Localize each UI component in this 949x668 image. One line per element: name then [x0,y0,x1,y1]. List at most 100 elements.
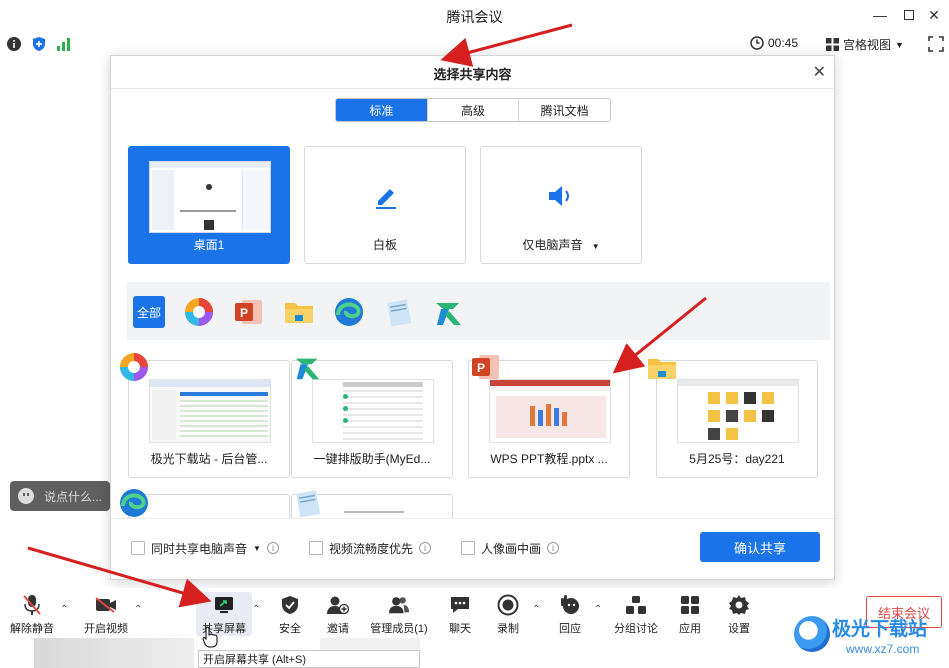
settings-button[interactable]: 设置 [711,592,767,636]
add-user-icon [327,594,349,616]
desktop-thumbnail [149,161,271,233]
whiteboard-label: 白板 [372,238,397,252]
watermark-brand: 极光下载站 [832,619,928,640]
minimize-icon[interactable]: — [870,5,890,25]
window-card-browser[interactable]: 极光下载站 - 后台管... [128,360,290,478]
desktop-label: 桌面1 [193,238,225,252]
info-icon[interactable] [6,36,22,52]
breakout-icon [625,594,647,616]
grid-view-button[interactable]: 宫格视图 ▼ [826,36,904,53]
chevron-up-icon[interactable]: ⌃ [532,604,540,615]
mic-muted-icon [21,594,43,616]
video-fluency-option[interactable]: 视频流畅度优先 i [308,540,431,557]
edge-icon [119,488,149,518]
members-icon [388,594,410,616]
settings-label: 设置 [728,623,750,635]
share-audio-checkbox[interactable] [131,541,145,555]
info-icon[interactable]: i [266,542,279,554]
site-logo-icon [794,616,830,652]
share-screen-icon [213,594,235,616]
info-icon[interactable]: i [546,542,559,554]
maximize-icon[interactable] [899,5,919,25]
invite-label: 邀请 [327,623,349,635]
chat-icon [449,594,471,616]
typesetting-app-icon[interactable] [433,296,465,328]
typesetting-app-icon [293,352,323,382]
info-icon[interactable]: i [418,542,431,554]
chevron-up-icon[interactable]: ⌃ [134,604,142,615]
apps-button[interactable]: 应用 [662,592,718,636]
apps-label: 应用 [679,623,701,635]
status-bar: 00:45 宫格视图 ▼ [0,30,949,58]
pip-checkbox[interactable] [460,541,475,555]
svg-text:P: P [240,306,248,320]
share-audio-option[interactable]: 同时共享电脑声音 ▼ i [131,540,279,557]
tab-tencent-docs[interactable]: 腾讯文档 [519,99,610,121]
chat-quick-input[interactable]: 说点什么... [10,481,110,511]
video-fluency-checkbox[interactable] [308,541,323,555]
gear-icon [728,594,750,616]
computer-audio-card[interactable]: 仅电脑声音 ▼ [480,146,642,264]
breakout-rooms-button[interactable]: 分组讨论 [608,592,664,636]
powerpoint-icon: P [471,352,501,382]
window-label: WPS PPT教程.pptx ... [490,452,608,466]
browser-icon [119,352,149,382]
manage-members-button[interactable]: 管理成员(1) [364,592,434,636]
folder-icon[interactable] [283,296,315,328]
share-screen-tooltip: 开启屏幕共享 (Alt+S) [198,650,420,668]
chevron-up-icon[interactable]: ⌃ [252,604,260,615]
signal-icon[interactable] [56,36,72,52]
browser-icon[interactable] [183,296,215,328]
whiteboard-card[interactable]: 白板 [304,146,466,264]
video-thumbnail [34,638,194,668]
hand-cursor-icon [202,626,218,648]
react-label: 回应 [559,623,581,635]
speaker-icon [549,186,569,206]
edge-icon[interactable] [333,296,365,328]
window-card-folder[interactable]: 5月25号：day221 [656,360,818,478]
window-thumbnail [677,379,799,443]
camera-off-icon [95,594,117,616]
record-icon [497,594,519,616]
pip-label: 人像画中画 [480,541,541,556]
start-video-label: 开启视频 [84,623,128,635]
record-button[interactable]: 录制 [480,592,536,636]
shield-icon[interactable] [31,36,47,52]
powerpoint-icon[interactable]: P [233,296,265,328]
meeting-timer: 00:45 [750,36,798,50]
pen-icon [376,189,396,209]
tab-standard[interactable]: 标准 [336,99,428,121]
share-audio-label: 同时共享电脑声音 [151,541,248,556]
chat-placeholder: 说点什么... [44,489,103,504]
close-icon[interactable]: ✕ [924,5,944,25]
filter-all-button[interactable]: 全部 [133,296,165,328]
fullscreen-icon[interactable] [928,36,944,52]
notepad-icon [293,488,323,518]
dialog-close-icon[interactable]: ✕ [813,62,826,82]
dialog-title: 选择共享内容 [433,67,512,82]
chevron-up-icon[interactable]: ⌃ [594,604,602,615]
chevron-down-icon[interactable]: ▼ [253,544,261,553]
raise-hand-icon [559,594,581,616]
grid-view-label: 宫格视图 [843,38,892,52]
pip-option[interactable]: 人像画中画 i [460,540,559,557]
window-label: 极光下载站 - 后台管... [150,452,268,466]
invite-button[interactable]: 邀请 [310,592,366,636]
notepad-icon[interactable] [383,296,415,328]
window-card-edge[interactable] [128,494,290,518]
record-label: 录制 [497,623,519,635]
chat-label: 聊天 [449,623,471,635]
react-button[interactable]: 回应 [542,592,598,636]
apps-grid-icon [679,594,701,616]
clock-icon [750,36,764,50]
window-label: 一键排版助手(MyEd... [313,452,431,466]
chevron-up-icon[interactable]: ⌃ [60,604,68,615]
desktop-card[interactable]: 桌面1 [128,146,290,264]
breakout-rooms-label: 分组讨论 [614,623,658,635]
computer-audio-label: 仅电脑声音 ▼ [522,238,600,252]
tab-advanced[interactable]: 高级 [427,99,520,121]
window-thumbnail [149,379,271,443]
unmute-button[interactable]: 解除静音 [4,592,60,636]
start-video-button[interactable]: 开启视频 [78,592,134,636]
confirm-share-button[interactable]: 确认共享 [700,532,820,562]
